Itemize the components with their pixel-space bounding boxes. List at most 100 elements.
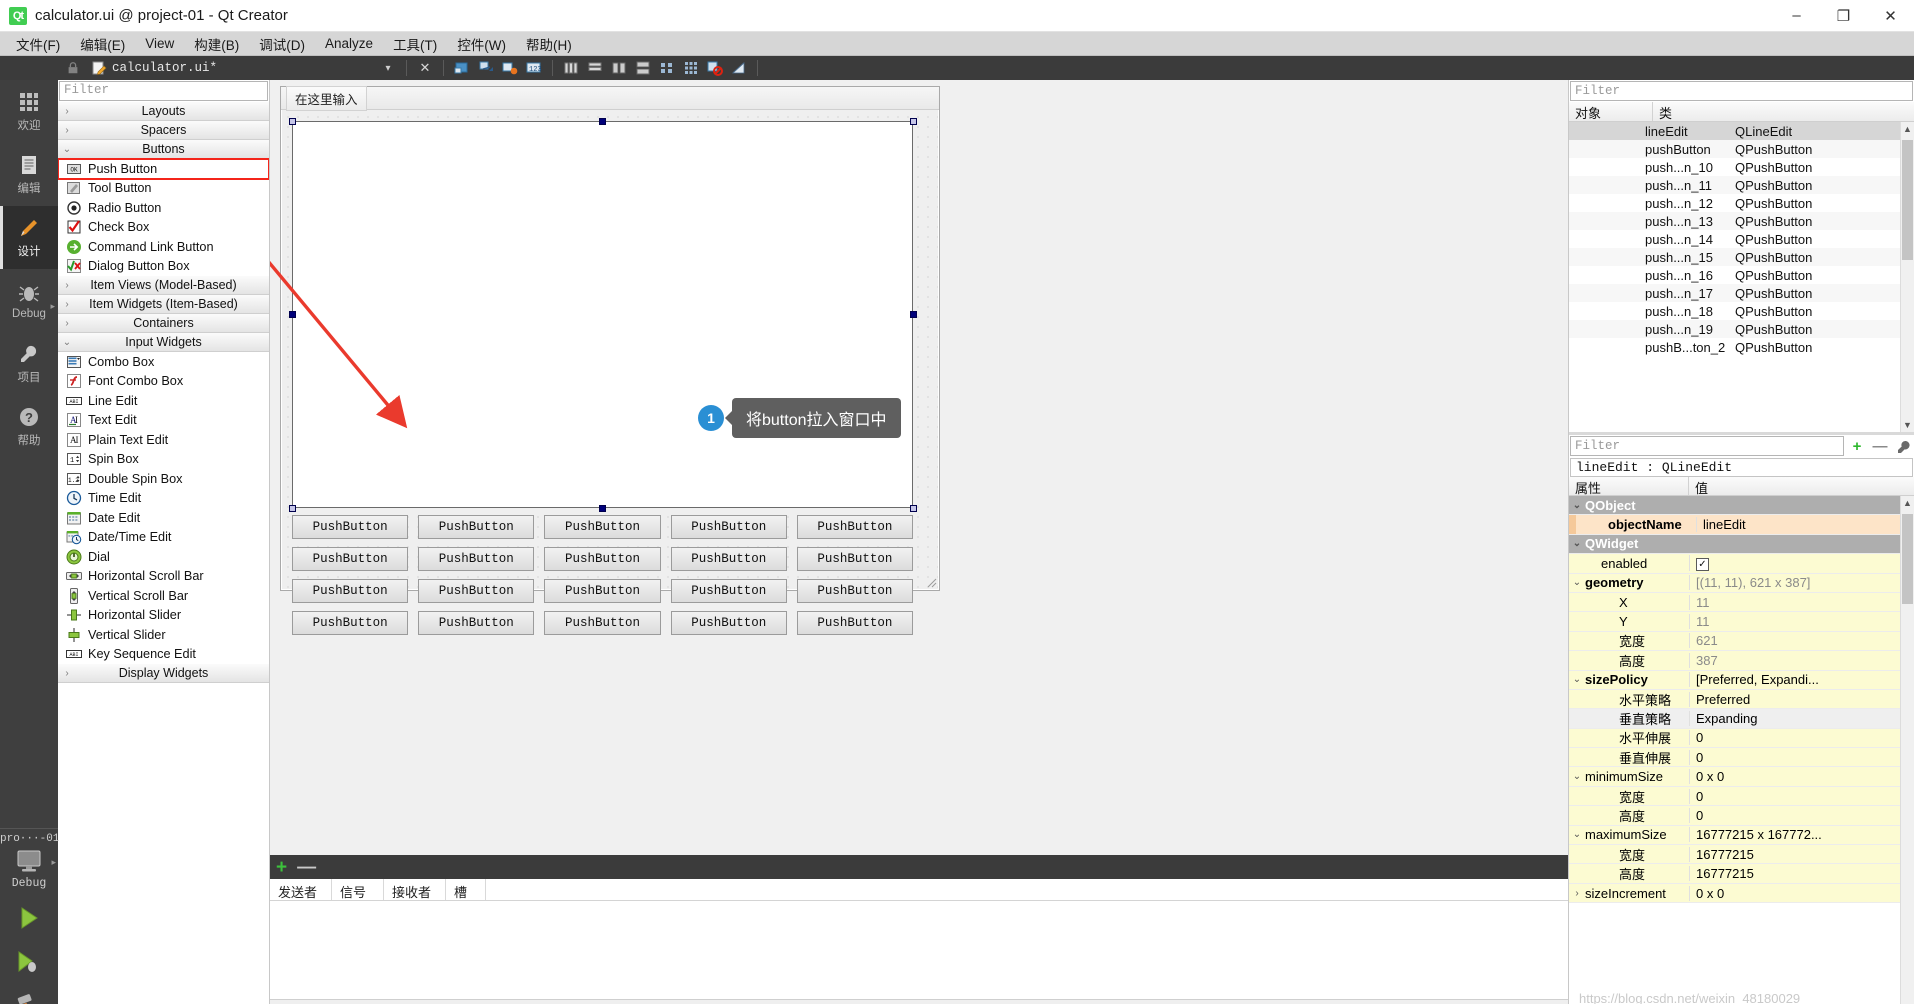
property-value[interactable]: 0 x 0 bbox=[1689, 885, 1914, 901]
menu-item-1[interactable]: 编辑(E) bbox=[70, 32, 135, 56]
widget-item-check-box[interactable]: Check Box bbox=[58, 218, 269, 238]
widget-item-horizontal-scroll-bar[interactable]: Horizontal Scroll Bar bbox=[58, 567, 269, 587]
property-settings-button[interactable] bbox=[1892, 436, 1914, 456]
menu-item-5[interactable]: Analyze bbox=[315, 34, 383, 53]
form-push-button-r0-c2[interactable]: PushButton bbox=[544, 515, 661, 539]
form-push-button-r1-c4[interactable]: PushButton bbox=[796, 547, 913, 571]
property-value[interactable]: 16777215 bbox=[1689, 866, 1914, 882]
object-row-3[interactable]: push...n_11 QPushButton bbox=[1569, 176, 1914, 194]
add-property-button[interactable]: + bbox=[1846, 436, 1868, 456]
property-row-垂直伸展[interactable]: 垂直伸展 0 bbox=[1569, 748, 1914, 768]
selection-handle-top-center[interactable] bbox=[599, 118, 606, 125]
property-editor-scrollbar[interactable]: ▲ ▼ bbox=[1900, 496, 1914, 1004]
run-button[interactable] bbox=[0, 896, 58, 940]
form-push-button-r3-c2[interactable]: PushButton bbox=[544, 611, 661, 635]
property-value[interactable]: Expanding bbox=[1689, 710, 1914, 726]
widget-item-plain-text-edit[interactable]: A I Plain Text Edit bbox=[58, 430, 269, 450]
widget-item-command-link-button[interactable]: Command Link Button bbox=[58, 237, 269, 257]
form-push-button-r0-c0[interactable]: PushButton bbox=[292, 515, 409, 539]
form-push-button-r0-c1[interactable]: PushButton bbox=[418, 515, 535, 539]
property-row-宽度[interactable]: 宽度 0 bbox=[1569, 786, 1914, 807]
layout-grid-icon[interactable] bbox=[681, 58, 701, 78]
object-row-8[interactable]: push...n_16 QPushButton bbox=[1569, 266, 1914, 284]
property-column-header[interactable]: 属性 bbox=[1569, 477, 1689, 496]
close-button[interactable]: ✕ bbox=[1867, 0, 1914, 32]
property-value[interactable]: 16777215 x 167772... bbox=[1689, 827, 1914, 843]
class-column-header[interactable]: 类 bbox=[1653, 102, 1914, 121]
mode-help[interactable]: ? 帮助 bbox=[0, 395, 58, 458]
edit-tab-order-icon[interactable]: 123 bbox=[524, 58, 544, 78]
object-row-6[interactable]: push...n_14 QPushButton bbox=[1569, 230, 1914, 248]
chevron-right-icon[interactable]: › bbox=[58, 668, 76, 679]
property-row-宽度[interactable]: 宽度 621 bbox=[1569, 631, 1914, 652]
signal-column-1[interactable]: 信号 bbox=[332, 879, 384, 900]
chevron-down-icon[interactable]: ⌄ bbox=[1569, 500, 1585, 511]
widget-item-date-edit[interactable]: Date Edit bbox=[58, 508, 269, 528]
chevron-down-icon[interactable]: ⌄ bbox=[1569, 577, 1585, 588]
object-inspector-scrollbar[interactable]: ▲ ▼ bbox=[1900, 122, 1914, 432]
chevron-right-icon[interactable]: › bbox=[58, 106, 76, 117]
form-push-button-r1-c0[interactable]: PushButton bbox=[292, 547, 409, 571]
property-row-minimumSize[interactable]: ⌄ minimumSize 0 x 0 bbox=[1569, 767, 1914, 787]
widget-item-horizontal-slider[interactable]: Horizontal Slider bbox=[58, 606, 269, 626]
property-value[interactable]: 16777215 bbox=[1689, 846, 1914, 862]
widget-item-tool-button[interactable]: Tool Button bbox=[58, 179, 269, 199]
form-resize-grip-icon[interactable] bbox=[925, 576, 937, 588]
form-push-button-r2-c0[interactable]: PushButton bbox=[292, 579, 409, 603]
chevron-right-icon[interactable]: › bbox=[58, 318, 76, 329]
property-value[interactable]: 0 x 0 bbox=[1689, 769, 1914, 785]
form-window[interactable]: 在这里输入 PushButton PushButton PushButton Push… bbox=[280, 85, 940, 635]
chevron-right-icon[interactable]: › bbox=[1569, 888, 1585, 899]
widget-item-key-sequence-edit[interactable]: ABI Key Sequence Edit bbox=[58, 645, 269, 665]
form-push-button-r2-c2[interactable]: PushButton bbox=[544, 579, 661, 603]
widget-group-input-widgets[interactable]: ⌄ Input Widgets bbox=[58, 333, 269, 352]
property-value[interactable]: 0 bbox=[1689, 730, 1914, 746]
selection-handle-bottom-right[interactable] bbox=[910, 505, 917, 512]
widget-item-vertical-scroll-bar[interactable]: Vertical Scroll Bar bbox=[58, 586, 269, 606]
selection-handle-bottom-left[interactable] bbox=[289, 505, 296, 512]
widget-item-text-edit[interactable]: A I Text Edit bbox=[58, 411, 269, 431]
chevron-down-icon[interactable]: ⌄ bbox=[1569, 829, 1585, 840]
property-row-X[interactable]: X 11 bbox=[1569, 592, 1914, 613]
property-row-QWidget[interactable]: ⌄ QWidget bbox=[1569, 534, 1914, 555]
form-menu-bar[interactable]: 在这里输入 bbox=[281, 85, 939, 111]
build-button[interactable] bbox=[0, 984, 58, 1004]
mode-design[interactable]: 设计 bbox=[0, 206, 58, 269]
object-row-5[interactable]: push...n_13 QPushButton bbox=[1569, 212, 1914, 230]
object-row-0[interactable]: lineEdit QLineEdit bbox=[1569, 122, 1914, 140]
widget-item-time-edit[interactable]: Time Edit bbox=[58, 489, 269, 509]
menu-item-0[interactable]: 文件(F) bbox=[6, 32, 70, 56]
scrollbar-thumb[interactable] bbox=[1902, 140, 1913, 260]
close-document-icon[interactable]: ✕ bbox=[415, 58, 435, 78]
property-editor-filter-input[interactable]: Filter bbox=[1570, 436, 1844, 456]
widget-item-date-time-edit[interactable]: Date/Time Edit bbox=[58, 528, 269, 548]
property-row-Y[interactable]: Y 11 bbox=[1569, 612, 1914, 632]
property-row-enabled[interactable]: enabled ✓ bbox=[1569, 554, 1914, 574]
layout-in-form-icon[interactable] bbox=[657, 58, 677, 78]
property-row-sizeIncrement[interactable]: › sizeIncrement 0 x 0 bbox=[1569, 883, 1914, 904]
selection-handle-top-right[interactable] bbox=[910, 118, 917, 125]
property-value[interactable]: 0 bbox=[1689, 788, 1914, 804]
object-inspector-filter-input[interactable]: Filter bbox=[1570, 81, 1913, 101]
widget-item-push-button[interactable]: OK Push Button bbox=[58, 158, 269, 180]
mode-projects[interactable]: 项目 bbox=[0, 332, 58, 395]
form-push-button-r2-c4[interactable]: PushButton bbox=[796, 579, 913, 603]
mode-welcome[interactable]: 欢迎 bbox=[0, 80, 58, 143]
edit-buddies-icon[interactable] bbox=[500, 58, 520, 78]
form-push-button-r2-c1[interactable]: PushButton bbox=[418, 579, 535, 603]
object-row-2[interactable]: push...n_10 QPushButton bbox=[1569, 158, 1914, 176]
widget-item-dial[interactable]: Dial bbox=[58, 547, 269, 567]
chevron-right-icon[interactable]: ▸ bbox=[50, 301, 55, 312]
menu-item-4[interactable]: 调试(D) bbox=[249, 32, 315, 56]
minimize-button[interactable]: – bbox=[1773, 0, 1820, 32]
object-row-12[interactable]: pushB...ton_2 QPushButton bbox=[1569, 338, 1914, 356]
property-row-maximumSize[interactable]: ⌄ maximumSize 16777215 x 167772... bbox=[1569, 825, 1914, 846]
object-row-10[interactable]: push...n_18 QPushButton bbox=[1569, 302, 1914, 320]
layout-horizontally-icon[interactable] bbox=[561, 58, 581, 78]
property-value[interactable]: 11 bbox=[1689, 614, 1914, 630]
prop-scrollbar-thumb[interactable] bbox=[1902, 514, 1913, 604]
open-document-chip[interactable]: calculator.ui* bbox=[58, 58, 221, 78]
selection-handle-middle-right[interactable] bbox=[910, 311, 917, 318]
selected-line-edit[interactable] bbox=[292, 121, 913, 508]
widget-group-item-views-model-based[interactable]: › Item Views (Model-Based) bbox=[58, 276, 269, 295]
